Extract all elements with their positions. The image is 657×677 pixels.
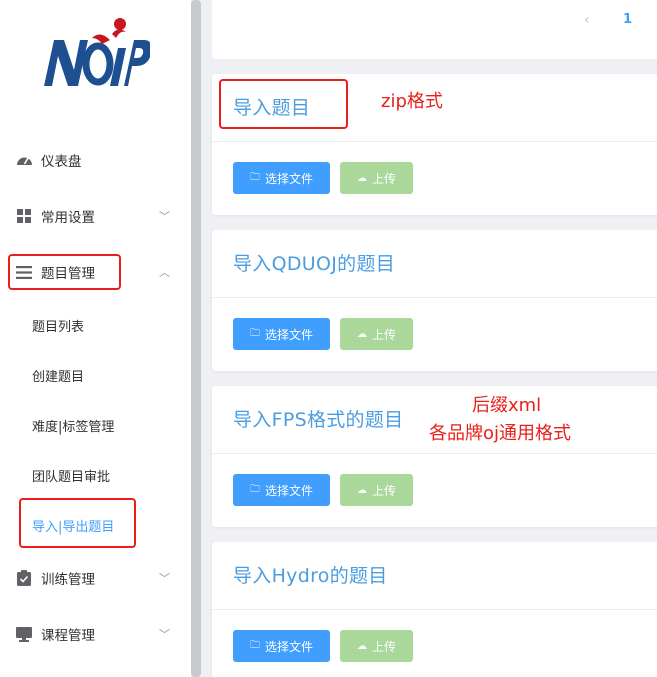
folder-icon: 🗀 bbox=[249, 639, 260, 651]
select-file-label: 选择文件 bbox=[264, 483, 313, 498]
chevron-down-icon: ﹀ bbox=[159, 572, 170, 585]
pagination-prev-button[interactable]: ‹ bbox=[584, 12, 590, 28]
import-hydro-card: 导入Hydro的题目 🗀 选择文件 ☁ 上传 bbox=[212, 542, 657, 677]
card-header: 导入QDUOJ的题目 bbox=[212, 230, 657, 298]
noip-logo-image bbox=[44, 18, 152, 86]
card-body: 🗀 选择文件 ☁ 上传 bbox=[212, 610, 657, 677]
sidebar-item-label: 仪表盘 bbox=[41, 154, 82, 170]
upload-button[interactable]: ☁ 上传 bbox=[340, 162, 413, 194]
upload-label: 上传 bbox=[371, 483, 396, 498]
chevron-up-icon: ︿ bbox=[159, 266, 170, 279]
card-body: 🗀 选择文件 ☁ 上传 bbox=[212, 142, 657, 215]
sidebar-item-label: 题目管理 bbox=[41, 266, 95, 282]
card-body: 🗀 选择文件 ☁ 上传 bbox=[212, 298, 657, 371]
pagination-card: ‹ 1 bbox=[212, 0, 657, 59]
upload-button[interactable]: ☁ 上传 bbox=[340, 630, 413, 662]
select-file-button[interactable]: 🗀 选择文件 bbox=[233, 162, 330, 194]
sidebar-subitem-create-problem[interactable]: 创建题目 bbox=[0, 355, 191, 395]
select-file-label: 选择文件 bbox=[264, 327, 313, 342]
upload-button[interactable]: ☁ 上传 bbox=[340, 318, 413, 350]
cloud-upload-icon: ☁ bbox=[356, 640, 367, 652]
sidebar-item-training[interactable]: 训练管理 ﹀ bbox=[0, 558, 191, 598]
annotation-zip-note: zip格式 bbox=[381, 91, 443, 112]
sidebar-scrollbar[interactable] bbox=[191, 0, 201, 677]
import-fps-card: 导入FPS格式的题目 🗀 选择文件 ☁ 上传 bbox=[212, 386, 657, 527]
sidebar-subitem-label: 团队题目审批 bbox=[32, 469, 111, 485]
card-title: 导入Hydro的题目 bbox=[233, 565, 388, 587]
menu-lines-icon bbox=[15, 263, 33, 281]
sidebar-subitem-problem-list[interactable]: 题目列表 bbox=[0, 305, 191, 345]
sidebar-subitem-label: 导入|导出题目 bbox=[32, 519, 115, 535]
sidebar-item-courses[interactable]: 课程管理 ﹀ bbox=[0, 614, 191, 654]
noip-logo bbox=[40, 8, 152, 103]
clipboard-icon bbox=[15, 569, 33, 587]
chevron-down-icon: ﹀ bbox=[159, 628, 170, 641]
pagination-page-button[interactable]: 1 bbox=[623, 12, 632, 27]
dashboard-icon bbox=[15, 151, 33, 169]
card-title: 导入题目 bbox=[233, 97, 311, 119]
sidebar-subitem-label: 题目列表 bbox=[32, 319, 85, 335]
folder-icon: 🗀 bbox=[249, 327, 260, 339]
card-title: 导入QDUOJ的题目 bbox=[233, 253, 396, 275]
sidebar-item-label: 常用设置 bbox=[41, 210, 95, 226]
upload-label: 上传 bbox=[371, 639, 396, 654]
folder-icon: 🗀 bbox=[249, 171, 260, 183]
monitor-icon bbox=[15, 625, 33, 643]
card-body: 🗀 选择文件 ☁ 上传 bbox=[212, 454, 657, 527]
sidebar-item-settings[interactable]: 常用设置 ﹀ bbox=[0, 196, 191, 236]
select-file-label: 选择文件 bbox=[264, 639, 313, 654]
sidebar-item-label: 训练管理 bbox=[41, 572, 95, 588]
select-file-label: 选择文件 bbox=[264, 171, 313, 186]
sidebar: 仪表盘 常用设置 ﹀ 题目管理 ︿ 题目列表 创建题目 难度|标签管理 团队题目… bbox=[0, 0, 191, 677]
upload-label: 上传 bbox=[371, 327, 396, 342]
sidebar-item-problem-management[interactable]: 题目管理 ︿ bbox=[0, 252, 191, 292]
sidebar-item-dashboard[interactable]: 仪表盘 bbox=[0, 140, 191, 180]
annotation-xml-note: 后缀xml bbox=[472, 395, 542, 416]
chevron-down-icon: ﹀ bbox=[159, 210, 170, 223]
select-file-button[interactable]: 🗀 选择文件 bbox=[233, 474, 330, 506]
upload-button[interactable]: ☁ 上传 bbox=[340, 474, 413, 506]
card-header: 导入Hydro的题目 bbox=[212, 542, 657, 610]
select-file-button[interactable]: 🗀 选择文件 bbox=[233, 318, 330, 350]
cloud-upload-icon: ☁ bbox=[356, 484, 367, 496]
sidebar-subitem-team-review[interactable]: 团队题目审批 bbox=[0, 455, 191, 495]
sidebar-subitem-label: 创建题目 bbox=[32, 369, 85, 385]
sidebar-subitem-import-export[interactable]: 导入|导出题目 bbox=[0, 505, 191, 545]
grid-icon bbox=[15, 207, 33, 225]
select-file-button[interactable]: 🗀 选择文件 bbox=[233, 630, 330, 662]
sidebar-item-label: 课程管理 bbox=[41, 628, 95, 644]
cloud-upload-icon: ☁ bbox=[356, 328, 367, 340]
import-qduoj-card: 导入QDUOJ的题目 🗀 选择文件 ☁ 上传 bbox=[212, 230, 657, 371]
upload-label: 上传 bbox=[371, 171, 396, 186]
sidebar-subitem-label: 难度|标签管理 bbox=[32, 419, 115, 435]
cloud-upload-icon: ☁ bbox=[356, 172, 367, 184]
sidebar-subitem-difficulty-tags[interactable]: 难度|标签管理 bbox=[0, 405, 191, 445]
annotation-oj-note: 各品牌oj通用格式 bbox=[429, 423, 572, 444]
card-title: 导入FPS格式的题目 bbox=[233, 409, 404, 431]
folder-icon: 🗀 bbox=[249, 483, 260, 495]
